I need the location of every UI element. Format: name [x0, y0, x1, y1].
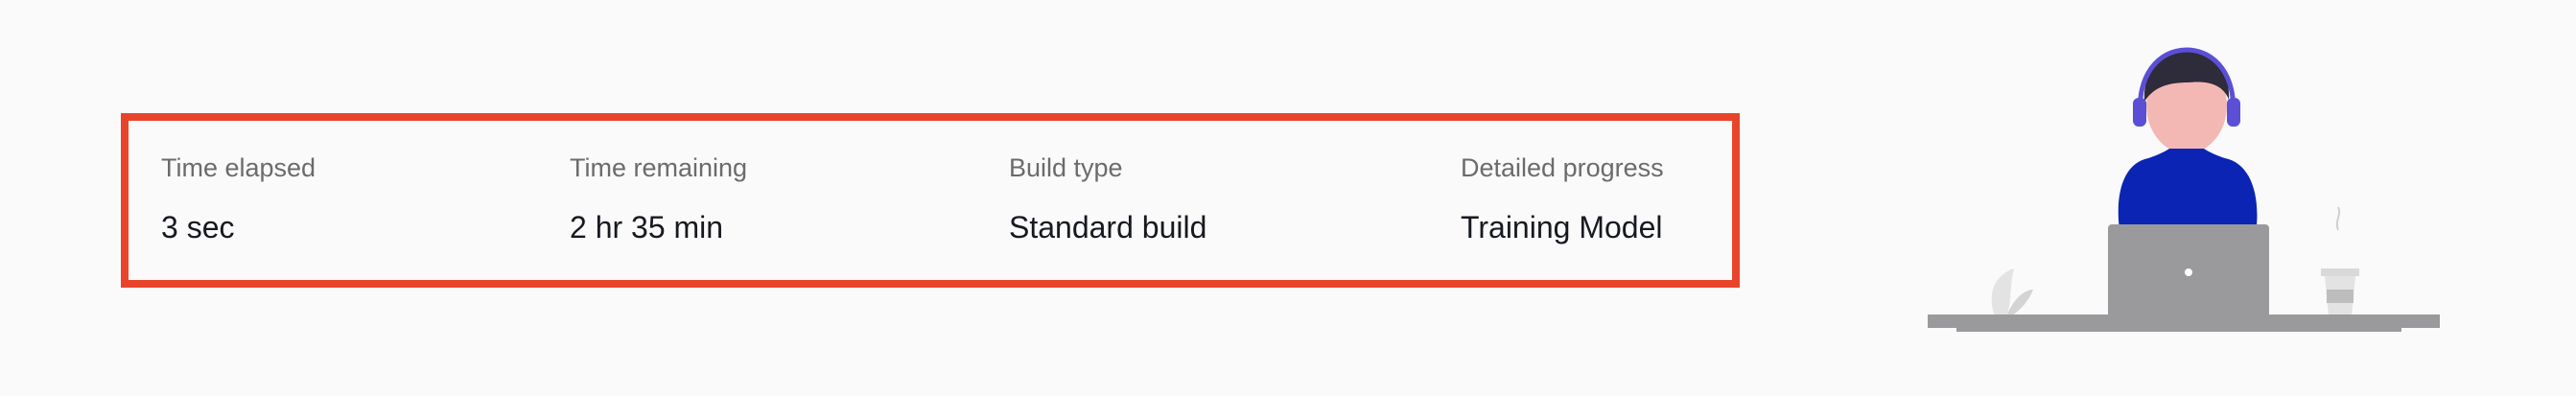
headphones-icon — [2133, 98, 2146, 127]
coffee-cup-icon — [2321, 206, 2359, 316]
stat-time-remaining: Time remaining 2 hr 35 min — [570, 153, 748, 245]
desk — [1928, 314, 2440, 332]
laptop-icon — [2108, 224, 2269, 320]
stat-value: Standard build — [1009, 210, 1207, 245]
stat-label: Detailed progress — [1461, 153, 1664, 182]
person-at-laptop-illustration — [1928, 47, 2440, 332]
stat-value: Training Model — [1461, 210, 1663, 245]
stat-label: Time remaining — [570, 153, 748, 182]
stat-label: Time elapsed — [161, 153, 316, 182]
stat-label: Build type — [1009, 153, 1123, 182]
stat-time-elapsed: Time elapsed 3 sec — [161, 153, 316, 245]
build-status-panel: Time elapsed 3 sec Time remaining 2 hr 3… — [121, 113, 1740, 288]
stat-value: 3 sec — [161, 210, 235, 245]
stat-value: 2 hr 35 min — [570, 210, 724, 245]
person-head — [2133, 47, 2240, 153]
plant-icon — [1991, 268, 2033, 317]
stat-build-type: Build type Standard build — [1009, 153, 1207, 245]
stat-detailed-progress: Detailed progress Training Model — [1461, 153, 1664, 245]
